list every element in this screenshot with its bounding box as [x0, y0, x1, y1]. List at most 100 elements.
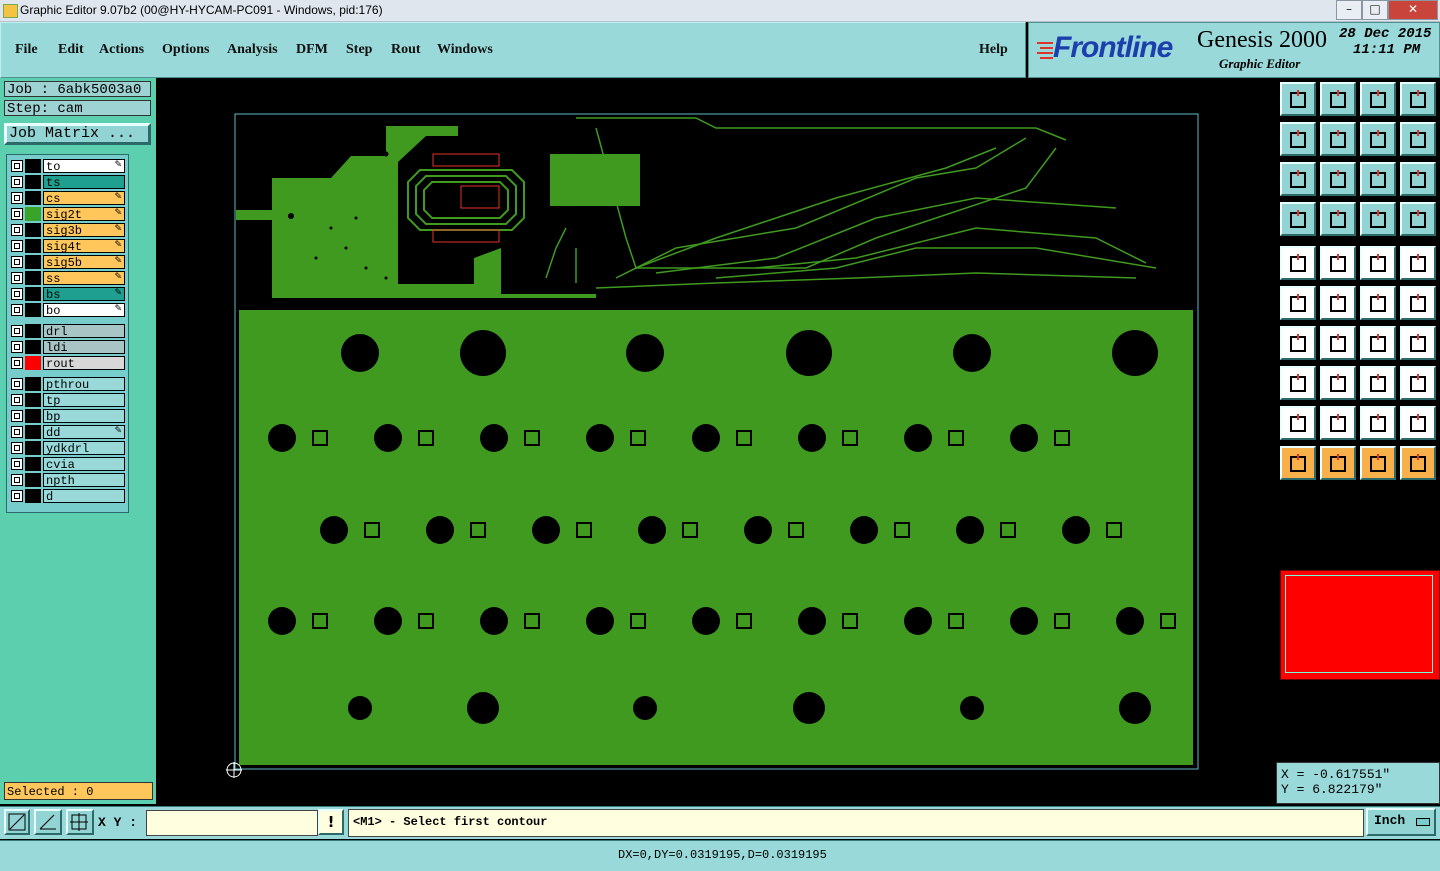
layer-row-sig3b[interactable]: sig3b ✎: [9, 223, 125, 238]
layer-name[interactable]: sig2t ✎: [43, 207, 125, 222]
layer-row-cs[interactable]: cs ✎: [9, 191, 125, 206]
layer-color-swatch[interactable]: [25, 457, 41, 471]
layer-color-swatch[interactable]: [25, 409, 41, 423]
layer-color-swatch[interactable]: [25, 223, 41, 237]
scale-icon[interactable]: [1360, 162, 1396, 196]
layer-checkbox[interactable]: [11, 288, 23, 300]
menu-edit[interactable]: Edit: [58, 42, 84, 58]
select-icon[interactable]: [1320, 446, 1356, 480]
menu-step[interactable]: Step: [346, 42, 372, 58]
job-matrix-button[interactable]: Job Matrix ...: [4, 123, 151, 145]
units-selector[interactable]: Inch: [1366, 808, 1436, 836]
layer-color-swatch[interactable]: [25, 207, 41, 221]
import-icon[interactable]: [1280, 122, 1316, 156]
layer-color-swatch[interactable]: [25, 287, 41, 301]
layer-color-swatch[interactable]: [25, 324, 41, 338]
layers-icon[interactable]: [1360, 202, 1396, 236]
undo-icon[interactable]: [1360, 122, 1396, 156]
layer-checkbox[interactable]: [11, 240, 23, 252]
layer-checkbox[interactable]: [11, 192, 23, 204]
layer-name[interactable]: bs ✎: [43, 287, 125, 302]
slope-icon[interactable]: [1320, 326, 1356, 360]
layer-color-swatch[interactable]: [25, 425, 41, 439]
close-button[interactable]: ✕: [1388, 0, 1438, 20]
shape-icon[interactable]: [1320, 246, 1356, 280]
layer-name[interactable]: pthrou: [43, 377, 125, 392]
layer-row-dd[interactable]: dd ✎: [9, 425, 125, 440]
export-icon[interactable]: [1320, 122, 1356, 156]
layer-color-swatch[interactable]: [25, 175, 41, 189]
layer-color-swatch[interactable]: [25, 489, 41, 503]
layer-checkbox[interactable]: [11, 224, 23, 236]
layer-name[interactable]: sig4t ✎: [43, 239, 125, 254]
layers-alt-icon[interactable]: [1400, 202, 1436, 236]
grid-icon[interactable]: [1320, 202, 1356, 236]
grid-snap-icon[interactable]: [66, 809, 94, 835]
triangle-icon[interactable]: [1280, 406, 1316, 440]
menu-dfm[interactable]: DFM: [296, 42, 328, 58]
help-icon[interactable]: [1400, 162, 1436, 196]
layer-row-bp[interactable]: bp: [9, 409, 125, 424]
layer-name[interactable]: drl: [43, 324, 125, 339]
triangle-up-icon[interactable]: [1320, 406, 1356, 440]
layer-name[interactable]: npth: [43, 473, 125, 488]
layer-checkbox[interactable]: [11, 458, 23, 470]
move-icon[interactable]: [1280, 366, 1316, 400]
layer-name[interactable]: ydkdrl: [43, 441, 125, 456]
settings-icon[interactable]: [1280, 202, 1316, 236]
layer-color-swatch[interactable]: [25, 441, 41, 455]
route-icon[interactable]: [1400, 446, 1436, 480]
layer-checkbox[interactable]: [11, 272, 23, 284]
layer-checkbox[interactable]: [11, 256, 23, 268]
pointer-icon[interactable]: [1280, 446, 1316, 480]
menu-analysis[interactable]: Analysis: [227, 42, 278, 58]
arc-icon[interactable]: [1360, 326, 1396, 360]
xy-input[interactable]: [146, 810, 318, 836]
save-icon[interactable]: [1320, 82, 1356, 116]
cross-icon[interactable]: [1320, 286, 1356, 320]
home-icon[interactable]: [1360, 82, 1396, 116]
layer-checkbox[interactable]: [11, 474, 23, 486]
layer-name[interactable]: sig3b ✎: [43, 223, 125, 238]
layer-row-ts[interactable]: ts: [9, 175, 125, 190]
layer-checkbox[interactable]: [11, 357, 23, 369]
layer-row-pthrou[interactable]: pthrou: [9, 377, 125, 392]
pad-icon[interactable]: [1280, 246, 1316, 280]
layer-row-sig4t[interactable]: sig4t ✎: [9, 239, 125, 254]
layer-color-swatch[interactable]: [25, 239, 41, 253]
layer-checkbox[interactable]: [11, 378, 23, 390]
layer-color-swatch[interactable]: [25, 356, 41, 370]
graphic-canvas[interactable]: [156, 78, 1276, 806]
layer-color-swatch[interactable]: [25, 303, 41, 317]
layer-row-npth[interactable]: npth: [9, 473, 125, 488]
window-icon[interactable]: [1400, 82, 1436, 116]
fit-icon[interactable]: [1280, 162, 1316, 196]
layer-name[interactable]: rout: [43, 356, 125, 371]
layer-name[interactable]: ss ✎: [43, 271, 125, 286]
angle-icon[interactable]: [1280, 326, 1316, 360]
layer-name[interactable]: bo ✎: [43, 303, 125, 318]
layer-checkbox[interactable]: [11, 442, 23, 454]
measure-icon[interactable]: [1360, 366, 1396, 400]
layer-name[interactable]: tp: [43, 393, 125, 408]
layer-name[interactable]: bp: [43, 409, 125, 424]
layer-row-ydkdrl[interactable]: ydkdrl: [9, 441, 125, 456]
layer-row-to[interactable]: to ✎: [9, 159, 125, 174]
minus-icon[interactable]: [1320, 366, 1356, 400]
menu-options[interactable]: Options: [162, 42, 209, 58]
connect-icon[interactable]: [1280, 286, 1316, 320]
layer-name[interactable]: dd ✎: [43, 425, 125, 440]
menu-rout[interactable]: Rout: [391, 42, 421, 58]
layer-row-rout[interactable]: rout: [9, 356, 125, 371]
layer-row-bo[interactable]: bo ✎: [9, 303, 125, 318]
group-icon[interactable]: [1400, 366, 1436, 400]
menu-file[interactable]: File: [15, 42, 38, 58]
layer-row-sig5b[interactable]: sig5b ✎: [9, 255, 125, 270]
zoom-area-icon[interactable]: [4, 809, 30, 835]
circle-icon[interactable]: [1400, 246, 1436, 280]
layer-checkbox[interactable]: [11, 426, 23, 438]
layer-row-bs[interactable]: bs ✎: [9, 287, 125, 302]
layer-color-swatch[interactable]: [25, 340, 41, 354]
layer-checkbox[interactable]: [11, 394, 23, 406]
layer-row-cvia[interactable]: cvia: [9, 457, 125, 472]
